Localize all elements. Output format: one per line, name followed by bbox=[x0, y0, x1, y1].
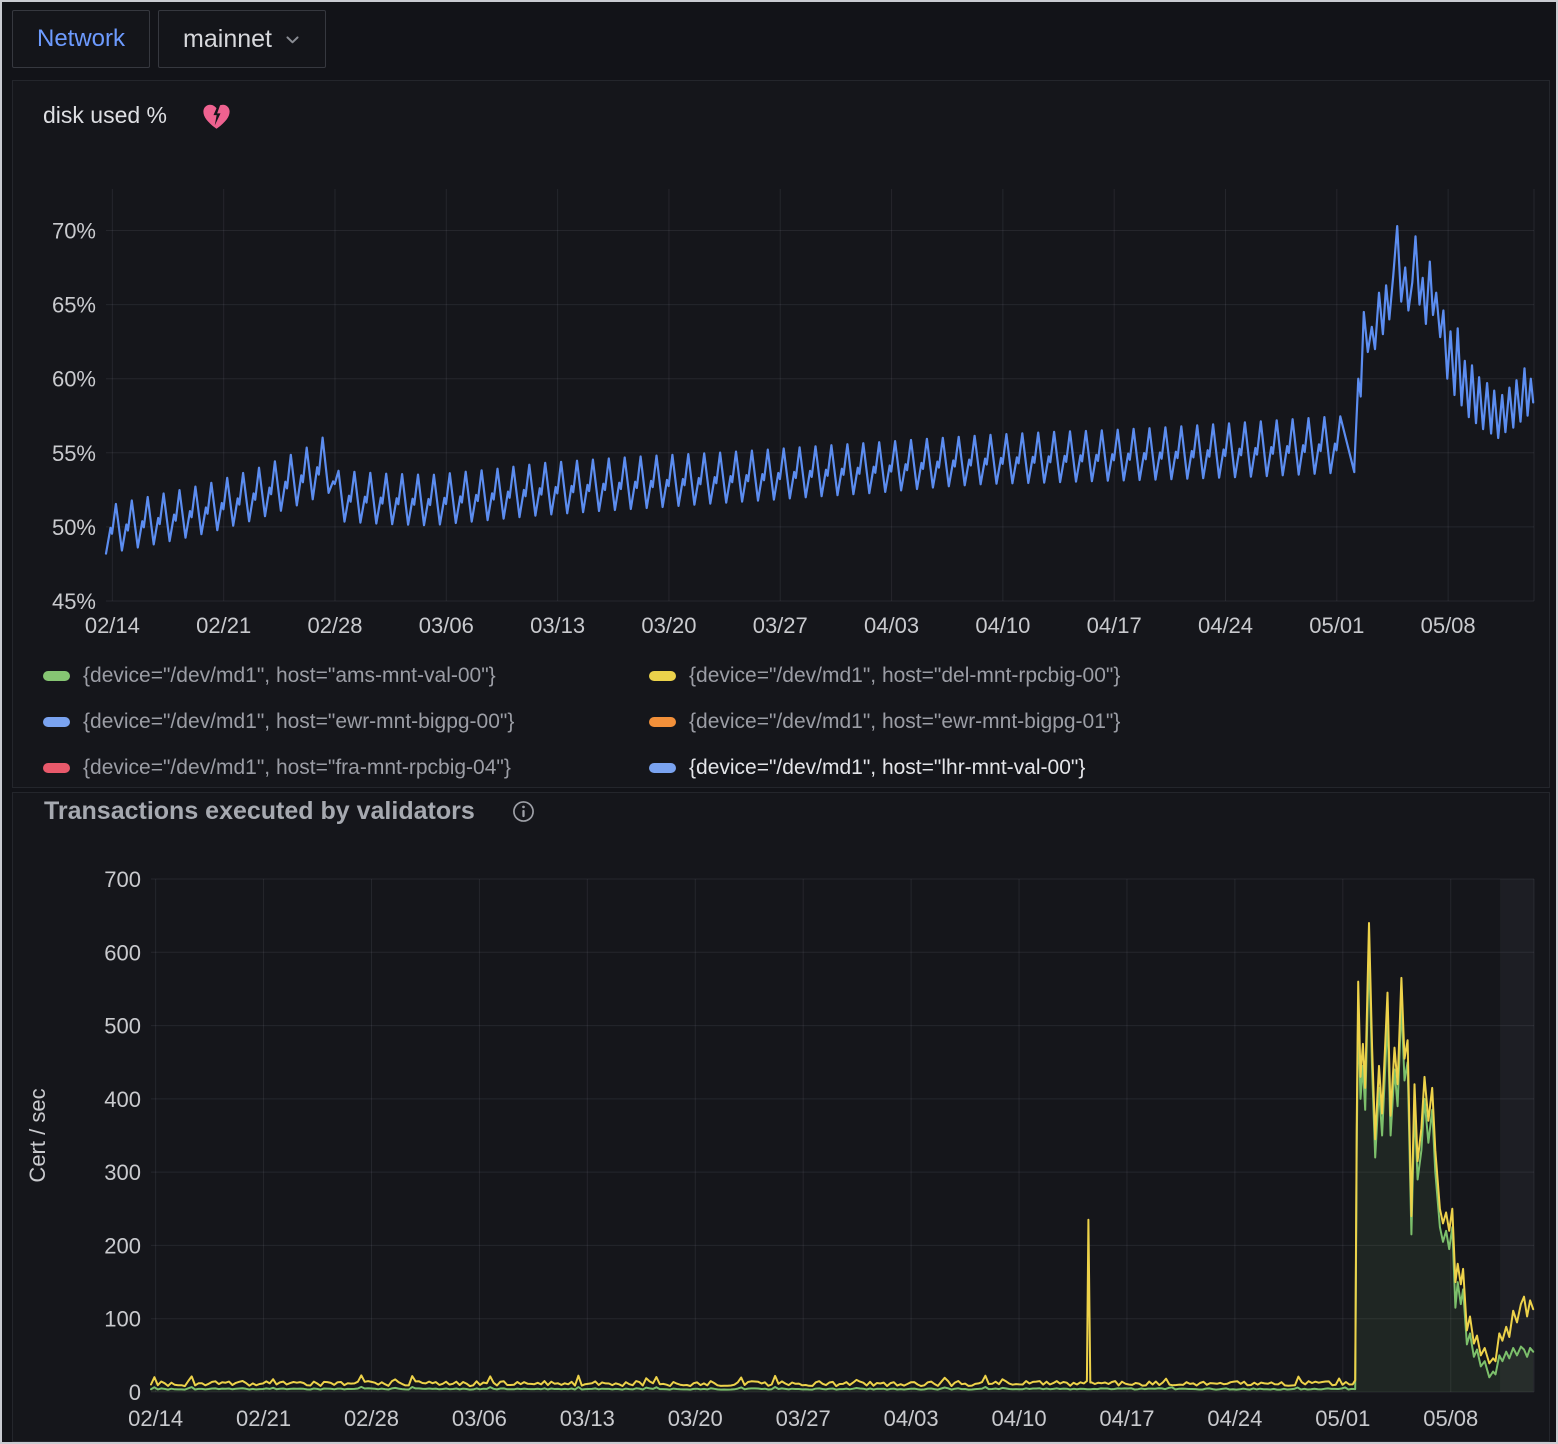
panel-title-transactions[interactable]: Transactions executed by validators bbox=[44, 797, 475, 826]
x-tick-label: 02/14 bbox=[85, 613, 140, 638]
x-tick-label: 02/28 bbox=[344, 1406, 399, 1431]
legend-series-label: {device="/dev/md1", host="ewr-mnt-bigpg-… bbox=[689, 710, 1120, 734]
x-tick-label: 05/08 bbox=[1421, 613, 1476, 638]
network-value-dropdown[interactable]: mainnet bbox=[158, 10, 326, 68]
x-tick-label: 03/13 bbox=[530, 613, 585, 638]
dashboard-toolbar: Network mainnet bbox=[12, 10, 326, 68]
panel-header: disk used % bbox=[43, 101, 232, 130]
y-tick-label: 200 bbox=[104, 1233, 141, 1258]
y-tick-label: 70% bbox=[52, 218, 96, 243]
chevron-down-icon bbox=[284, 31, 301, 48]
disk-used-legend: {device="/dev/md1", host="ams-mnt-val-00… bbox=[43, 659, 1120, 784]
x-tick-label: 05/01 bbox=[1315, 1406, 1370, 1431]
x-tick-label: 02/21 bbox=[196, 613, 251, 638]
y-axis-title: Cert / sec bbox=[25, 1088, 50, 1182]
highlight-region bbox=[1500, 879, 1534, 1392]
legend-series-color-chip bbox=[43, 671, 70, 681]
disk-used-time-series-plot[interactable]: 45% 50% 55% 60% 65% 70% 02/14 02/21 02/28 03/06 03… bbox=[13, 153, 1550, 653]
variable-network-label-box: Network bbox=[12, 10, 150, 68]
x-tick-label: 05/08 bbox=[1423, 1406, 1478, 1431]
legend-series-color-chip bbox=[649, 671, 676, 681]
x-tick-label: 03/13 bbox=[560, 1406, 615, 1431]
y-tick-label: 300 bbox=[104, 1160, 141, 1185]
legend-item[interactable]: {device="/dev/md1", host="ewr-mnt-bigpg-… bbox=[649, 705, 1120, 738]
x-tick-label: 04/24 bbox=[1198, 613, 1253, 638]
legend-series-label: {device="/dev/md1", host="lhr-mnt-val-00… bbox=[689, 756, 1085, 780]
legend-item[interactable]: {device="/dev/md1", host="fra-mnt-rpcbig… bbox=[43, 751, 649, 784]
x-tick-label: 03/20 bbox=[641, 613, 696, 638]
variable-network-label: Network bbox=[37, 25, 125, 53]
series-area-fill bbox=[151, 949, 1533, 1392]
x-tick-label: 04/03 bbox=[864, 613, 919, 638]
legend-item[interactable]: {device="/dev/md1", host="del-mnt-rpcbig… bbox=[649, 659, 1120, 692]
y-tick-label: 400 bbox=[104, 1087, 141, 1112]
legend-series-color-chip bbox=[43, 717, 70, 727]
legend-series-label: {device="/dev/md1", host="ams-mnt-val-00… bbox=[83, 664, 496, 688]
x-tick-label: 04/10 bbox=[992, 1406, 1047, 1431]
x-tick-label: 02/28 bbox=[307, 613, 362, 638]
y-tick-label: 600 bbox=[104, 940, 141, 965]
x-tick-label: 03/27 bbox=[776, 1406, 831, 1431]
x-tick-label: 02/14 bbox=[128, 1406, 183, 1431]
panel-transactions: Transactions executed by validators 0 100… bbox=[12, 792, 1550, 1442]
x-tick-label: 03/27 bbox=[753, 613, 808, 638]
y-tick-label: 700 bbox=[104, 867, 141, 892]
y-tick-label: 60% bbox=[52, 367, 96, 392]
x-tick-label: 04/10 bbox=[975, 613, 1030, 638]
x-tick-label: 04/24 bbox=[1207, 1406, 1262, 1431]
network-value[interactable]: mainnet bbox=[183, 25, 272, 54]
x-tick-label: 03/06 bbox=[419, 613, 474, 638]
x-tick-label: 02/21 bbox=[236, 1406, 291, 1431]
x-tick-label: 05/01 bbox=[1309, 613, 1364, 638]
y-tick-label: 50% bbox=[52, 515, 96, 540]
y-tick-label: 65% bbox=[52, 293, 96, 318]
legend-item[interactable]: {device="/dev/md1", host="lhr-mnt-val-00… bbox=[649, 751, 1120, 784]
panel-header: Transactions executed by validators bbox=[44, 797, 536, 826]
legend-series-color-chip bbox=[649, 763, 676, 773]
x-tick-label: 03/20 bbox=[668, 1406, 723, 1431]
y-tick-label: 0 bbox=[129, 1380, 141, 1405]
legend-series-color-chip bbox=[649, 717, 676, 727]
y-tick-label: 55% bbox=[52, 441, 96, 466]
series-line bbox=[106, 226, 1533, 553]
y-tick-label: 45% bbox=[52, 589, 96, 614]
transactions-time-series-plot[interactable]: 0 100 200 300 400 500 600 700 02/14 02/21 02/28 03/… bbox=[13, 858, 1550, 1442]
legend-series-label: {device="/dev/md1", host="del-mnt-rpcbig… bbox=[689, 664, 1120, 688]
broken-heart-icon bbox=[201, 101, 232, 130]
panel-disk-used: disk used % 45% 50% 55% 60% 65% 70% 02/14 02/21… bbox=[12, 80, 1550, 788]
info-icon[interactable] bbox=[511, 799, 536, 824]
legend-series-color-chip bbox=[43, 763, 70, 773]
legend-series-label: {device="/dev/md1", host="ewr-mnt-bigpg-… bbox=[83, 710, 514, 734]
series-line bbox=[151, 923, 1533, 1386]
x-tick-label: 03/06 bbox=[452, 1406, 507, 1431]
x-tick-label: 04/03 bbox=[884, 1406, 939, 1431]
legend-series-label: {device="/dev/md1", host="fra-mnt-rpcbig… bbox=[83, 756, 511, 780]
x-tick-label: 04/17 bbox=[1099, 1406, 1154, 1431]
y-tick-label: 500 bbox=[104, 1014, 141, 1039]
legend-item[interactable]: {device="/dev/md1", host="ams-mnt-val-00… bbox=[43, 659, 649, 692]
series-line bbox=[151, 949, 1533, 1390]
panel-title-disk-used[interactable]: disk used % bbox=[43, 102, 167, 129]
legend-item[interactable]: {device="/dev/md1", host="ewr-mnt-bigpg-… bbox=[43, 705, 649, 738]
grafana-dashboard: { "toolbar": { "network_label": "Network… bbox=[0, 0, 1558, 1444]
y-tick-label: 100 bbox=[104, 1307, 141, 1332]
x-tick-label: 04/17 bbox=[1087, 613, 1142, 638]
